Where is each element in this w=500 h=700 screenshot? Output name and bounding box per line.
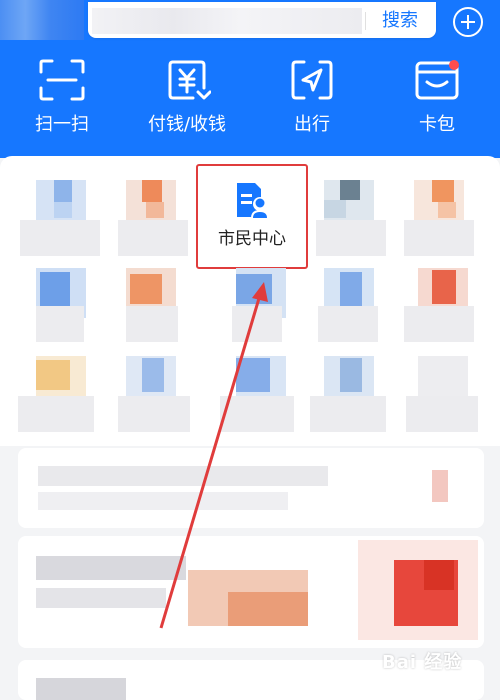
watermark: Bai 经验 [382, 652, 463, 673]
annotation-arrow [159, 282, 268, 629]
